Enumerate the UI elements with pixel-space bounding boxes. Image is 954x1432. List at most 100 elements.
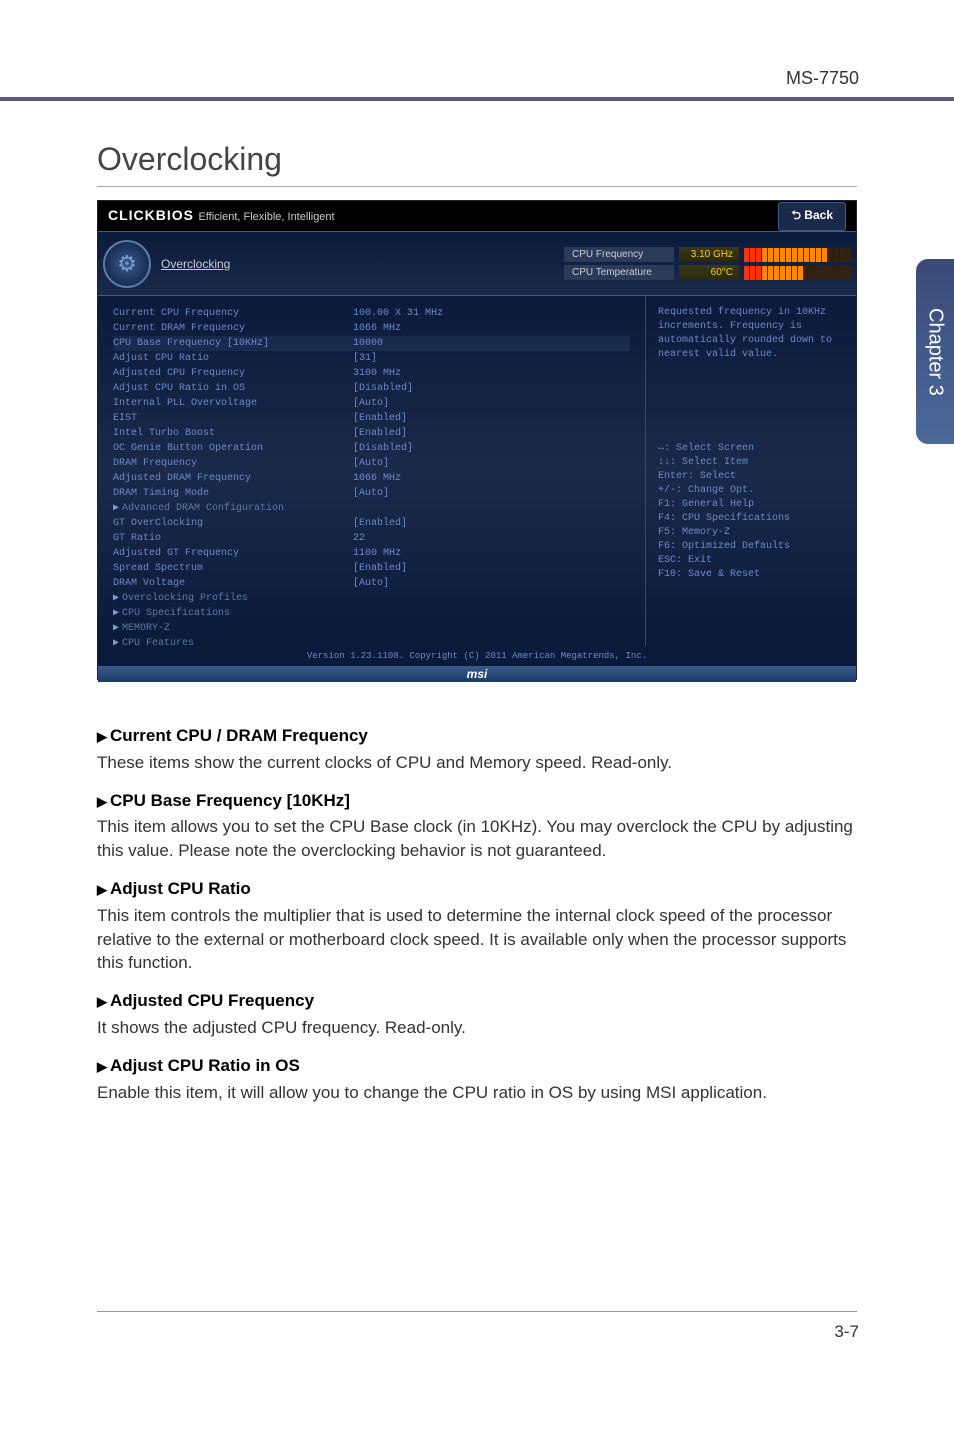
help-key-line: F1: General Help bbox=[658, 498, 844, 512]
overclocking-icon: ⚙ bbox=[103, 240, 151, 288]
setting-label: CPU Base Frequency [10KHz] bbox=[113, 336, 353, 351]
help-description: Requested frequency in 10KHz increments.… bbox=[658, 306, 844, 362]
setting-value: 10000 bbox=[353, 336, 383, 351]
doc-section-header: ▶Current CPU / DRAM Frequency bbox=[97, 724, 857, 748]
page-title: Overclocking bbox=[97, 141, 857, 187]
setting-value: 1066 MHz bbox=[353, 321, 401, 336]
setting-row[interactable]: Spread Spectrum[Enabled] bbox=[113, 561, 630, 576]
cpu-temp-label: CPU Temperature bbox=[564, 265, 674, 280]
setting-label: CPU Specifications bbox=[122, 606, 362, 621]
setting-row[interactable]: ▶Advanced DRAM Configuration bbox=[113, 501, 630, 516]
doc-section-header: ▶CPU Base Frequency [10KHz] bbox=[97, 789, 857, 813]
setting-label: Current CPU Frequency bbox=[113, 306, 353, 321]
help-keys: ↔: Select Screen↕↓: Select ItemEnter: Se… bbox=[658, 442, 844, 582]
setting-value: [Disabled] bbox=[353, 381, 413, 396]
setting-label: MEMORY-Z bbox=[122, 621, 362, 636]
setting-value: [Auto] bbox=[353, 396, 389, 411]
setting-row[interactable]: GT OverClocking[Enabled] bbox=[113, 516, 630, 531]
setting-row[interactable]: Adjusted DRAM Frequency1066 MHz bbox=[113, 471, 630, 486]
setting-row[interactable]: DRAM Timing Mode[Auto] bbox=[113, 486, 630, 501]
doc-section-text: This item allows you to set the CPU Base… bbox=[97, 815, 857, 863]
setting-value: 100.00 X 31 MHz bbox=[353, 306, 443, 321]
setting-label: Adjust CPU Ratio bbox=[113, 351, 353, 366]
setting-label: OC Genie Button Operation bbox=[113, 441, 353, 456]
setting-value: [31] bbox=[353, 351, 377, 366]
setting-label: GT OverClocking bbox=[113, 516, 353, 531]
setting-label: Adjusted CPU Frequency bbox=[113, 366, 353, 381]
setting-label: GT Ratio bbox=[113, 531, 353, 546]
cpu-temp-bar bbox=[744, 266, 851, 280]
setting-value: 1066 MHz bbox=[353, 471, 401, 486]
help-key-line: Enter: Select bbox=[658, 470, 844, 484]
doc-section-header: ▶Adjust CPU Ratio bbox=[97, 877, 857, 901]
bios-screenshot: CLICKBIOS Efficient, Flexible, Intellige… bbox=[97, 200, 857, 680]
cpu-freq-value: 3.10 GHz bbox=[679, 247, 739, 262]
bios-logo: CLICKBIOS bbox=[108, 207, 194, 223]
setting-label: Adjusted DRAM Frequency bbox=[113, 471, 353, 486]
setting-row[interactable]: Intel Turbo Boost[Enabled] bbox=[113, 426, 630, 441]
setting-label: Advanced DRAM Configuration bbox=[122, 501, 362, 516]
setting-label: Current DRAM Frequency bbox=[113, 321, 353, 336]
setting-label: Adjust CPU Ratio in OS bbox=[113, 381, 353, 396]
header-divider bbox=[0, 97, 954, 101]
setting-label: DRAM Voltage bbox=[113, 576, 353, 591]
setting-row[interactable]: DRAM Voltage[Auto] bbox=[113, 576, 630, 591]
setting-value: 22 bbox=[353, 531, 365, 546]
help-key-line: +/-: Change Opt. bbox=[658, 484, 844, 498]
bios-header: CLICKBIOS Efficient, Flexible, Intellige… bbox=[98, 201, 856, 231]
setting-row[interactable]: ▶CPU Specifications bbox=[113, 606, 630, 621]
help-key-line: F5: Memory-Z bbox=[658, 526, 844, 540]
setting-row[interactable]: ▶Overclocking Profiles bbox=[113, 591, 630, 606]
cpu-freq-bar bbox=[744, 248, 851, 262]
bios-settings-panel: Current CPU Frequency100.00 X 31 MHz Cur… bbox=[98, 296, 646, 646]
help-key-line: ↔: Select Screen bbox=[658, 442, 844, 456]
setting-row[interactable]: Internal PLL Overvoltage[Auto] bbox=[113, 396, 630, 411]
setting-label: EIST bbox=[113, 411, 353, 426]
help-key-line: ↕↓: Select Item bbox=[658, 456, 844, 470]
back-button[interactable]: ⮌ Back bbox=[778, 202, 846, 231]
setting-row[interactable]: DRAM Frequency[Auto] bbox=[113, 456, 630, 471]
setting-label: Internal PLL Overvoltage bbox=[113, 396, 353, 411]
setting-row[interactable]: Adjusted GT Frequency1100 MHz bbox=[113, 546, 630, 561]
setting-row[interactable]: OC Genie Button Operation[Disabled] bbox=[113, 441, 630, 456]
setting-label: Intel Turbo Boost bbox=[113, 426, 353, 441]
doc-section-header: ▶Adjust CPU Ratio in OS bbox=[97, 1054, 857, 1078]
bios-help-panel: Requested frequency in 10KHz increments.… bbox=[646, 296, 856, 646]
setting-value: 3100 MHz bbox=[353, 366, 401, 381]
setting-value: [Auto] bbox=[353, 486, 389, 501]
setting-label: Adjusted GT Frequency bbox=[113, 546, 353, 561]
setting-row[interactable]: Adjust CPU Ratio[31] bbox=[113, 351, 630, 366]
footer-divider bbox=[97, 1311, 857, 1312]
setting-value: [Enabled] bbox=[353, 516, 407, 531]
bios-status-bar: ⚙ Overclocking CPU Frequency 3.10 GHz CP… bbox=[98, 231, 856, 296]
setting-row[interactable]: CPU Base Frequency [10KHz]10000 bbox=[113, 336, 630, 351]
setting-row[interactable]: Adjust CPU Ratio in OS[Disabled] bbox=[113, 381, 630, 396]
setting-value: [Disabled] bbox=[353, 441, 413, 456]
setting-value: [Auto] bbox=[353, 456, 389, 471]
setting-value: [Auto] bbox=[353, 576, 389, 591]
doc-section-text: These items show the current clocks of C… bbox=[97, 751, 857, 775]
setting-value: [Enabled] bbox=[353, 561, 407, 576]
setting-value: [Enabled] bbox=[353, 426, 407, 441]
setting-row[interactable]: ▶MEMORY-Z bbox=[113, 621, 630, 636]
help-key-line: ESC: Exit bbox=[658, 554, 844, 568]
model-number: MS-7750 bbox=[786, 68, 859, 89]
setting-label: Spread Spectrum bbox=[113, 561, 353, 576]
chapter-tab: Chapter 3 bbox=[916, 259, 954, 444]
setting-value: [Enabled] bbox=[353, 411, 407, 426]
setting-row[interactable]: Current DRAM Frequency1066 MHz bbox=[113, 321, 630, 336]
overclocking-label: Overclocking bbox=[161, 257, 230, 271]
page-number: 3-7 bbox=[834, 1322, 859, 1342]
setting-label: Overclocking Profiles bbox=[122, 591, 362, 606]
setting-row[interactable]: EIST[Enabled] bbox=[113, 411, 630, 426]
setting-label: DRAM Frequency bbox=[113, 456, 353, 471]
msi-logo: msi bbox=[98, 666, 856, 682]
setting-row[interactable]: Adjusted CPU Frequency3100 MHz bbox=[113, 366, 630, 381]
setting-row[interactable]: Current CPU Frequency100.00 X 31 MHz bbox=[113, 306, 630, 321]
setting-label: DRAM Timing Mode bbox=[113, 486, 353, 501]
setting-row[interactable]: GT Ratio22 bbox=[113, 531, 630, 546]
setting-value: 1100 MHz bbox=[353, 546, 401, 561]
documentation-content: ▶Current CPU / DRAM Frequency These items… bbox=[97, 710, 857, 1110]
help-key-line: F6: Optimized Defaults bbox=[658, 540, 844, 554]
doc-section-text: This item controls the multiplier that i… bbox=[97, 904, 857, 975]
